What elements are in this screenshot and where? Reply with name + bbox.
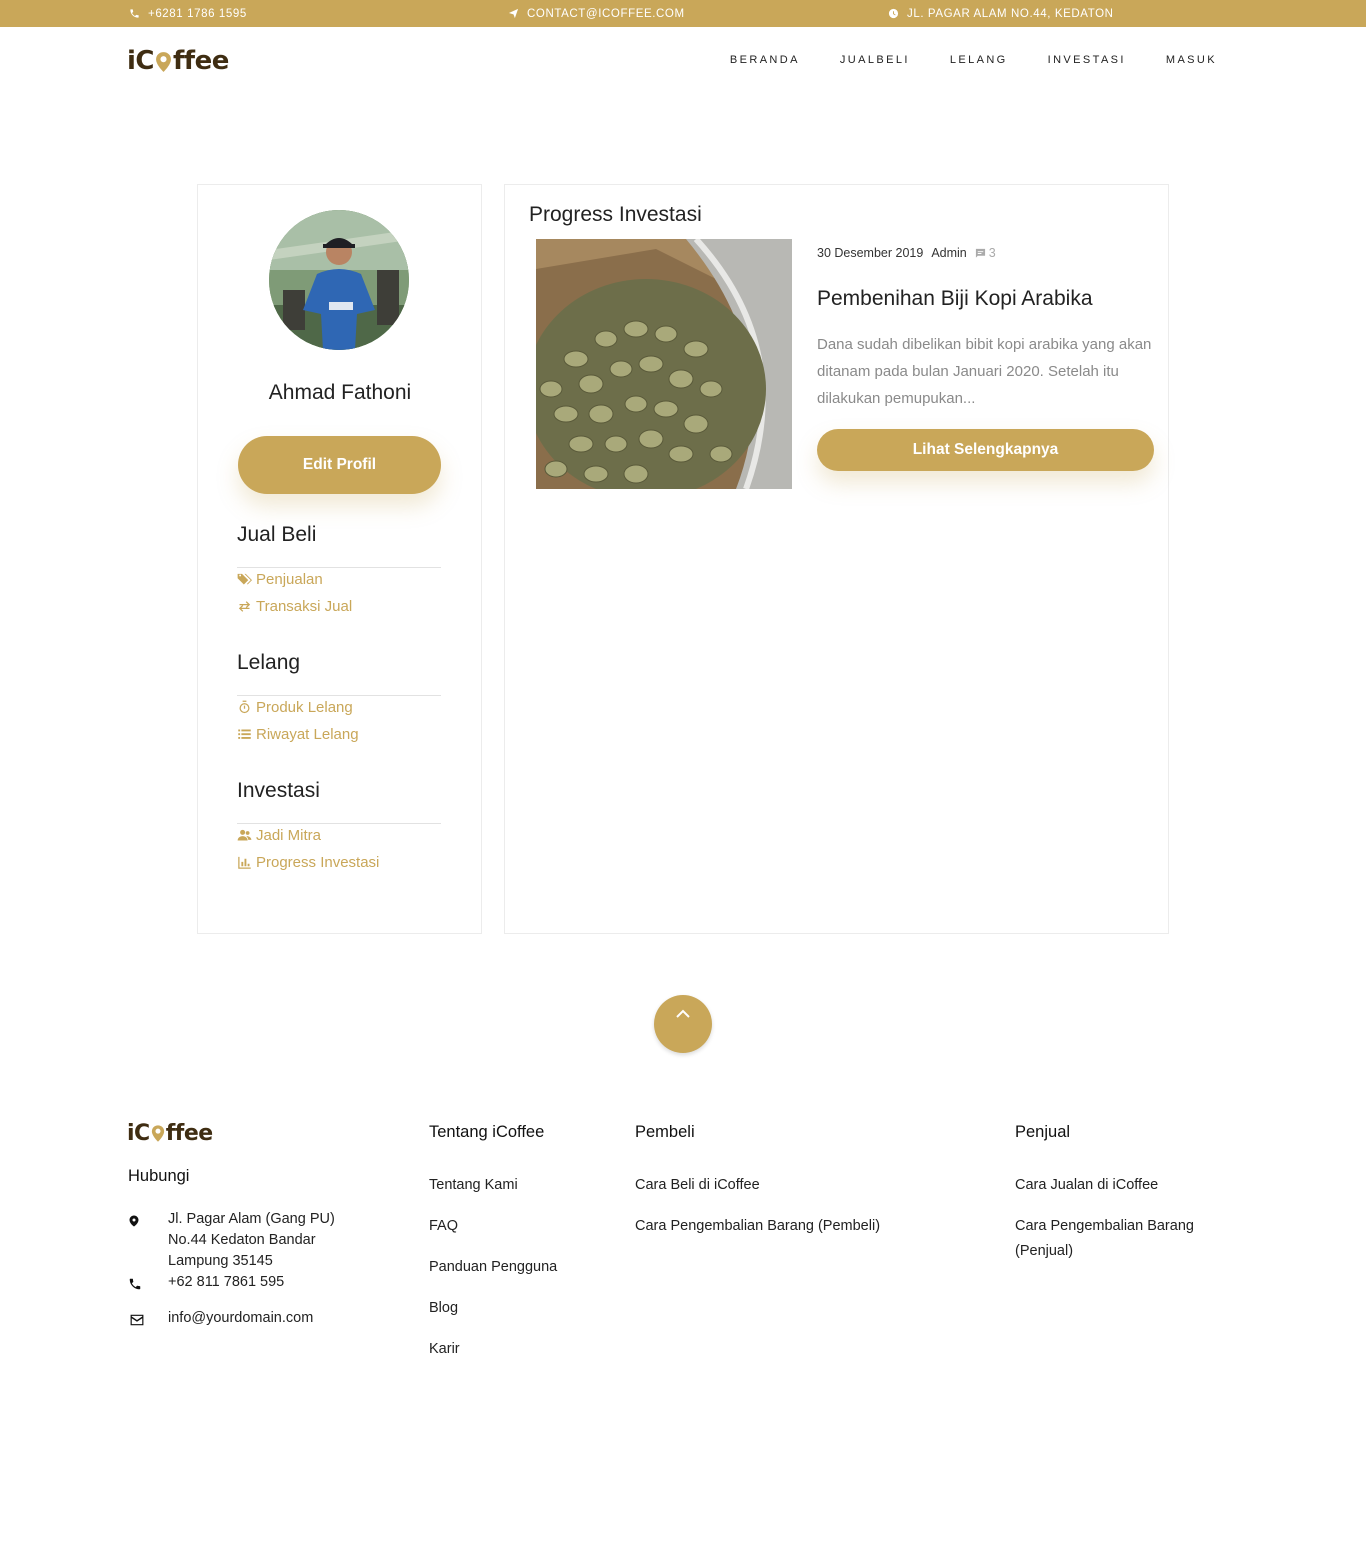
logo-pin-icon	[155, 50, 172, 72]
address-line: Lampung 35145	[168, 1253, 273, 1269]
sidebar-link-jadi-mitra[interactable]: Jadi Mitra	[237, 827, 321, 844]
section-title-investasi: Investasi	[237, 779, 320, 802]
footer-buyer-title: Pembeli	[635, 1123, 695, 1141]
footer-phone[interactable]: +62 811 7861 595	[168, 1272, 284, 1293]
phone-icon	[128, 1277, 146, 1295]
footer-link-line: Cara Pengembalian Barang	[1015, 1218, 1194, 1234]
footer-link-blog[interactable]: Blog	[429, 1296, 458, 1321]
sidebar-link-label: Transaksi Jual	[256, 598, 353, 615]
read-more-button[interactable]: Lihat Selengkapnya	[817, 429, 1154, 471]
main-nav: BERANDA JUALBELI LELANG INVESTASI MASUK	[730, 54, 1217, 66]
footer-link-cara-jualan[interactable]: Cara Jualan di iCoffee	[1015, 1173, 1158, 1198]
edit-profile-button[interactable]: Edit Profil	[238, 436, 441, 494]
post-date[interactable]: 30 Desember 2019	[817, 246, 923, 260]
footer-seller-title: Penjual	[1015, 1123, 1071, 1141]
paper-plane-icon	[508, 8, 519, 19]
topbar-phone[interactable]: +6281 1786 1595	[129, 0, 247, 27]
sidebar-link-label: Penjualan	[256, 571, 323, 588]
users-icon	[237, 829, 252, 841]
nav-investasi[interactable]: INVESTASI	[1048, 54, 1126, 66]
post-title[interactable]: Pembenihan Biji Kopi Arabika	[817, 287, 1093, 311]
footer-link-pengembalian-pembeli[interactable]: Cara Pengembalian Barang (Pembeli)	[635, 1214, 880, 1239]
sidebar-link-label: Produk Lelang	[256, 699, 353, 716]
back-to-top-button[interactable]	[654, 995, 712, 1053]
comment-icon	[975, 248, 985, 258]
footer-link-cara-beli[interactable]: Cara Beli di iCoffee	[635, 1173, 760, 1198]
footer-address: Jl. Pagar Alam (Gang PU) No.44 Kedaton B…	[168, 1209, 335, 1272]
tags-icon	[237, 573, 252, 585]
logo-text-start: iC	[127, 1121, 150, 1146]
section-title-lelang: Lelang	[237, 651, 301, 674]
nav-beranda[interactable]: BERANDA	[730, 54, 800, 66]
nav-masuk[interactable]: MASUK	[1166, 54, 1217, 66]
user-name: Ahmad Fathoni	[268, 381, 412, 404]
sidebar-link-riwayat-lelang[interactable]: Riwayat Lelang	[237, 726, 359, 743]
profile-sidebar: Ahmad Fathoni Edit Profil Jual Beli Penj…	[197, 184, 482, 934]
footer-email[interactable]: info@yourdomain.com	[168, 1308, 313, 1329]
logo-text-start: iC	[127, 46, 155, 76]
sidebar-link-label: Riwayat Lelang	[256, 726, 359, 743]
logo-pin-icon	[151, 1124, 165, 1143]
exchange-icon	[238, 601, 251, 612]
address-line: Jl. Pagar Alam (Gang PU)	[168, 1211, 335, 1227]
sidebar-link-progress-investasi[interactable]: Progress Investasi	[237, 854, 379, 871]
main-content-card: Progress Investasi 30 Desember 2019 Admi…	[504, 184, 1169, 934]
avatar[interactable]	[269, 210, 409, 350]
section-title-jual-beli: Jual Beli	[237, 523, 317, 546]
sidebar-link-label: Jadi Mitra	[256, 827, 322, 844]
nav-jualbeli[interactable]: JUALBELI	[840, 54, 910, 66]
map-marker-icon	[128, 1213, 146, 1231]
footer-link-karir[interactable]: Karir	[429, 1337, 460, 1362]
post-meta: 30 Desember 2019 Admin 3	[817, 246, 996, 260]
logo-text-end: ffee	[173, 46, 229, 76]
logo-text-end: ffee	[165, 1121, 213, 1146]
sidebar-link-label: Progress Investasi	[256, 854, 380, 871]
footer-about-title: Tentang iCoffee	[429, 1123, 545, 1141]
footer-contact-title: Hubungi	[128, 1167, 190, 1185]
topbar-phone-text: +6281 1786 1595	[148, 7, 247, 20]
footer-link-line: (Penjual)	[1015, 1243, 1074, 1259]
top-info-bar: +6281 1786 1595 CONTACT@ICOFFEE.COM JL. …	[0, 0, 1366, 27]
list-icon	[238, 729, 251, 739]
topbar-address-text: JL. PAGAR ALAM NO.44, KEDATON	[907, 7, 1114, 20]
section-divider	[237, 567, 441, 568]
topbar-email[interactable]: CONTACT@ICOFFEE.COM	[508, 0, 685, 27]
sidebar-link-produk-lelang[interactable]: Produk Lelang	[237, 699, 353, 716]
post-comment-count: 3	[988, 246, 996, 260]
footer-link-faq[interactable]: FAQ	[429, 1214, 458, 1239]
stopwatch-icon	[239, 700, 250, 714]
nav-lelang[interactable]: LELANG	[950, 54, 1008, 66]
post-comments[interactable]: 3	[975, 246, 996, 260]
page-title: Progress Investasi	[529, 203, 702, 226]
envelope-icon	[128, 1313, 146, 1331]
section-divider	[237, 695, 441, 696]
post-author[interactable]: Admin	[931, 246, 966, 260]
post-image-coffee-beans[interactable]	[536, 239, 792, 489]
sidebar-link-transaksi-jual[interactable]: Transaksi Jual	[237, 598, 352, 615]
site-logo[interactable]: iC ffee	[127, 46, 229, 76]
phone-icon	[130, 9, 139, 18]
topbar-address: JL. PAGAR ALAM NO.44, KEDATON	[888, 0, 1114, 27]
bar-chart-icon	[238, 856, 251, 869]
footer-logo[interactable]: iC ffee	[127, 1121, 213, 1146]
address-line: No.44 Kedaton Bandar	[168, 1232, 316, 1248]
sidebar-link-penjualan[interactable]: Penjualan	[237, 571, 323, 588]
topbar-email-text: CONTACT@ICOFFEE.COM	[527, 7, 685, 20]
footer-link-tentang-kami[interactable]: Tentang Kami	[429, 1173, 518, 1198]
footer-link-pengembalian-penjual[interactable]: Cara Pengembalian Barang (Penjual)	[1015, 1214, 1194, 1264]
section-divider	[237, 823, 441, 824]
chevron-up-icon	[676, 1009, 690, 1018]
clock-icon	[888, 8, 899, 19]
post-excerpt: Dana sudah dibelikan bibit kopi arabika …	[817, 336, 1152, 407]
footer-link-panduan[interactable]: Panduan Pengguna	[429, 1255, 557, 1280]
